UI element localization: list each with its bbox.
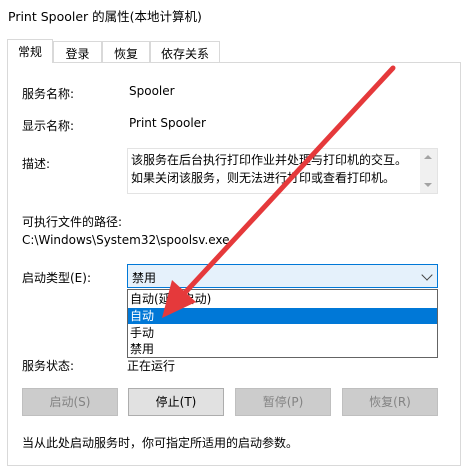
startup-option-auto-delayed[interactable]: 自动(延迟启动)	[128, 291, 437, 307]
startup-option-disabled[interactable]: 禁用	[128, 341, 437, 357]
service-status-label: 服务状态:	[22, 359, 75, 373]
exe-path-value[interactable]: C:\Windows\System32\spoolsv.exe	[22, 233, 230, 247]
display-name-value[interactable]: Print Spooler	[129, 116, 206, 130]
description-label: 描述:	[22, 157, 51, 171]
tab-general[interactable]: 常规	[7, 39, 53, 63]
resume-button[interactable]: 恢复(R)	[342, 388, 438, 416]
description-text: 该服务在后台执行打印作业并处理与打印机的交互。如果关闭该服务，则无法进行打印或查…	[131, 153, 408, 185]
service-name-label: 服务名称:	[22, 87, 75, 101]
service-name-value[interactable]: Spooler	[129, 84, 175, 98]
pause-button[interactable]: 暂停(P)	[235, 388, 331, 416]
startup-option-auto[interactable]: 自动	[128, 308, 437, 324]
tab-recovery[interactable]: 恢复	[102, 41, 150, 62]
startup-type-dropdown: 自动(延迟启动) 自动 手动 禁用	[127, 289, 438, 358]
scroll-down-icon[interactable]	[424, 183, 432, 187]
start-button[interactable]: 启动(S)	[22, 388, 118, 416]
startup-type-label: 启动类型(E):	[22, 271, 91, 285]
tab-dependencies[interactable]: 依存关系	[150, 41, 220, 62]
start-parameters-hint: 当从此处启动服务时，你可指定所适用的启动参数。	[22, 436, 299, 450]
exe-path-label: 可执行文件的路径:	[22, 215, 123, 229]
title-bar[interactable]: Print Spooler 的属性(本地计算机)	[0, 0, 469, 30]
startup-option-manual[interactable]: 手动	[128, 325, 437, 341]
description-box[interactable]: 该服务在后台执行打印作业并处理与打印机的交互。如果关闭该服务，则无法进行打印或查…	[127, 148, 438, 194]
tab-logon[interactable]: 登录	[53, 41, 102, 62]
service-status-value: 正在运行	[127, 359, 176, 373]
window-title: Print Spooler 的属性(本地计算机)	[8, 9, 202, 24]
display-name-label: 显示名称:	[22, 119, 75, 133]
stop-button[interactable]: 停止(T)	[128, 388, 224, 416]
startup-type-selected: 禁用	[132, 271, 157, 285]
chevron-down-icon[interactable]	[421, 269, 433, 281]
description-scrollbar[interactable]	[420, 149, 437, 193]
scroll-up-icon[interactable]	[424, 155, 432, 159]
startup-type-select[interactable]: 禁用	[127, 264, 438, 288]
